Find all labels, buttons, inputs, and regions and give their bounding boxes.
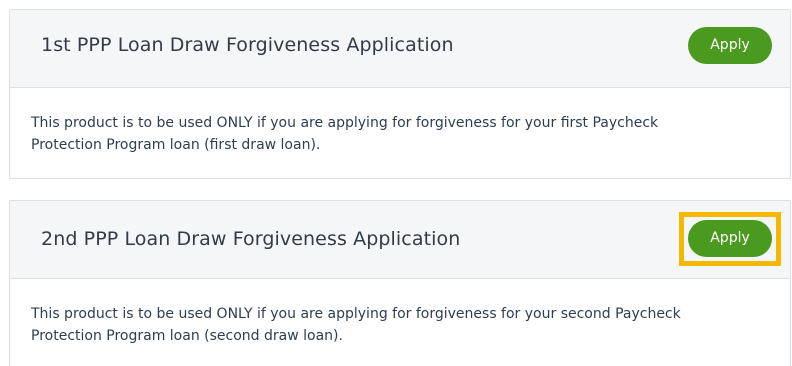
card-title: 2nd PPP Loan Draw Forgiveness Applicatio… bbox=[41, 228, 461, 250]
product-card-second-draw: 2nd PPP Loan Draw Forgiveness Applicatio… bbox=[9, 200, 791, 366]
apply-button-second-draw[interactable]: Apply bbox=[688, 220, 772, 257]
apply-button-first-draw[interactable]: Apply bbox=[688, 27, 772, 64]
card-header: 2nd PPP Loan Draw Forgiveness Applicatio… bbox=[10, 201, 790, 279]
product-list: 1st PPP Loan Draw Forgiveness Applicatio… bbox=[0, 0, 792, 366]
card-title: 1st PPP Loan Draw Forgiveness Applicatio… bbox=[41, 34, 454, 56]
product-card-first-draw: 1st PPP Loan Draw Forgiveness Applicatio… bbox=[9, 9, 791, 179]
card-description: This product is to be used ONLY if you a… bbox=[31, 306, 681, 344]
card-header: 1st PPP Loan Draw Forgiveness Applicatio… bbox=[10, 10, 790, 88]
card-description: This product is to be used ONLY if you a… bbox=[31, 115, 659, 153]
